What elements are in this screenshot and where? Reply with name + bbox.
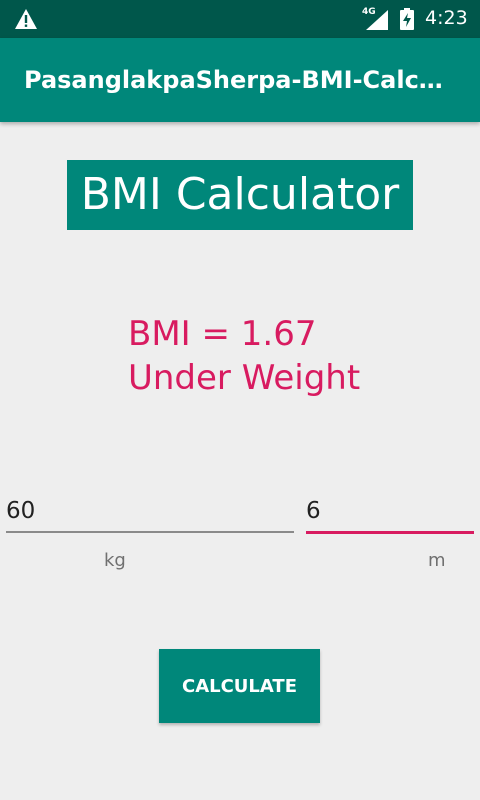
height-input-underline xyxy=(306,531,474,534)
app-bar: PasanglakpaSherpa-BMI-Calculator xyxy=(0,38,480,122)
warning-icon xyxy=(15,9,37,29)
battery-charging-icon xyxy=(400,8,414,30)
status-bar: 4G 4:23 xyxy=(0,0,480,38)
calculate-button[interactable]: CALCULATE xyxy=(159,649,320,723)
bmi-result-value: BMI = 1.67 xyxy=(128,314,317,354)
weight-input[interactable]: 60 xyxy=(6,493,294,533)
signal-icon xyxy=(366,10,388,30)
page-heading-text: BMI Calculator xyxy=(80,169,400,220)
weight-unit-label: kg xyxy=(104,550,126,571)
clock: 4:23 xyxy=(425,7,468,29)
app-title: PasanglakpaSherpa-BMI-Calculator xyxy=(24,66,444,94)
height-input[interactable]: 6 xyxy=(306,493,474,534)
weight-input-value[interactable]: 60 xyxy=(6,498,35,524)
calculate-button-label: CALCULATE xyxy=(181,675,297,697)
page-heading: BMI Calculator xyxy=(67,160,413,230)
height-input-value[interactable]: 6 xyxy=(306,498,321,524)
weight-input-underline xyxy=(6,531,294,533)
height-unit-label: m xyxy=(428,550,446,571)
bmi-result-category: Under Weight xyxy=(128,358,361,398)
